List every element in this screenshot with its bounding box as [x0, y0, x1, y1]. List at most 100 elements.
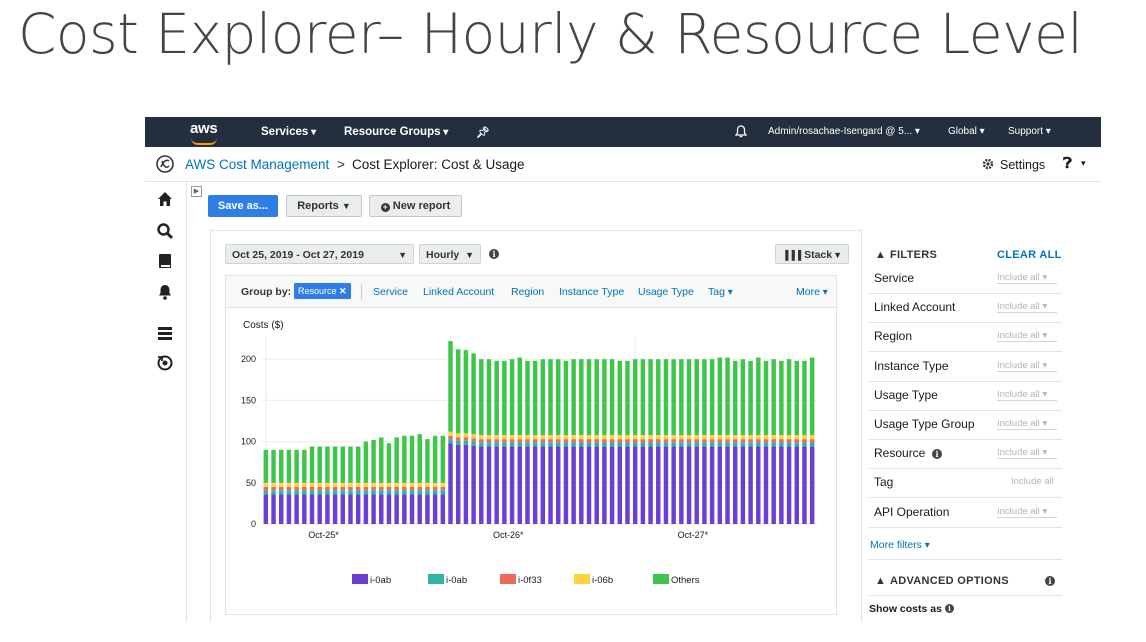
region-menu[interactable]: Global: [948, 126, 985, 137]
slide-title: Cost Explorer– Hourly & Resource Level: [18, 2, 1083, 66]
filter-select[interactable]: Include all ▾: [997, 418, 1057, 430]
bar-segment: [794, 442, 799, 447]
group-by-option-region[interactable]: Region: [511, 286, 544, 298]
help-icon[interactable]: ❓︎: [1063, 155, 1072, 172]
group-by-option-usage-type[interactable]: Usage Type: [638, 286, 694, 298]
bar-segment: [756, 435, 761, 440]
chart-style-select[interactable]: ▐▐▐ Stack ▼: [775, 244, 849, 264]
bar-segment: [540, 446, 546, 524]
advanced-collapse-icon[interactable]: ▲: [875, 575, 886, 587]
filter-select-value: Include all: [997, 301, 1040, 313]
granularity-select[interactable]: Hourly ▼: [419, 244, 481, 264]
filter-select[interactable]: Include all ▾: [997, 389, 1057, 401]
new-report-button[interactable]: + New report: [369, 195, 462, 217]
cost-chart: Costs ($) 0 50 100 150 200 Oct-25* Oct-26* Oct-2…: [241, 320, 816, 586]
bar-segment: [686, 359, 692, 436]
close-icon[interactable]: ✕: [339, 286, 347, 296]
gear-icon[interactable]: [981, 157, 995, 171]
collapse-panel-icon[interactable]: ▶: [191, 186, 202, 197]
info-icon[interactable]: i: [1045, 576, 1055, 586]
bar-segment: [702, 439, 707, 443]
bar-segment: [748, 442, 753, 447]
filter-select[interactable]: Include all ▾: [997, 447, 1057, 460]
filter-select[interactable]: Include all ▾: [997, 360, 1057, 372]
bar-segment: [740, 446, 746, 524]
alert-bell-icon[interactable]: [156, 283, 174, 301]
info-icon[interactable]: i: [932, 449, 942, 460]
group-by-option-linked-account[interactable]: Linked Account: [423, 286, 494, 298]
bar-segment: [756, 446, 761, 524]
bar-segment: [302, 486, 307, 491]
bar-segment: [479, 446, 484, 524]
group-by-option-tag[interactable]: Tag: [708, 286, 733, 298]
resource-groups-menu[interactable]: Resource Groups: [344, 126, 448, 138]
group-by-option-instance-type[interactable]: Instance Type: [559, 286, 624, 298]
bar-segment: [625, 442, 630, 447]
filter-select[interactable]: Include all ▾: [997, 506, 1057, 518]
bar-segment: [648, 439, 653, 443]
bar-segment: [479, 439, 484, 443]
bar-segment: [802, 442, 807, 447]
bar-segment: [448, 431, 453, 436]
book-icon[interactable]: [156, 252, 174, 270]
filter-select[interactable]: Include all ▾: [997, 301, 1057, 314]
date-range-picker[interactable]: Oct 25, 2019 - Oct 27, 2019 ▼: [225, 244, 414, 264]
group-by-selected-chip[interactable]: Resource ✕: [294, 283, 351, 299]
bar-segment: [671, 435, 676, 440]
bar-segment: [540, 359, 546, 436]
bar-segment: [355, 494, 361, 524]
bar-segment: [417, 486, 422, 491]
bar-segment: [602, 442, 607, 447]
breadcrumb-root-link[interactable]: AWS Cost Management: [185, 157, 329, 172]
home-icon[interactable]: [156, 190, 174, 208]
filter-select-value: Include all: [997, 418, 1040, 429]
bar-segment: [617, 439, 623, 443]
pin-icon[interactable]: 📌︎: [476, 126, 490, 139]
support-menu[interactable]: Support: [1008, 126, 1051, 137]
bar-segment: [502, 446, 507, 524]
settings-link[interactable]: Settings: [1000, 158, 1045, 172]
bar-segment: [494, 439, 499, 443]
info-icon[interactable]: i: [489, 249, 499, 259]
bar-segment: [663, 439, 669, 443]
savings-target-icon[interactable]: [156, 354, 174, 372]
bar-segment: [794, 446, 799, 524]
group-by-option-service[interactable]: Service: [373, 286, 408, 298]
filter-select[interactable]: Include all ▾: [997, 330, 1057, 343]
search-icon[interactable]: [156, 222, 174, 240]
bar-segment: [479, 442, 484, 447]
bar-segment: [663, 359, 669, 436]
bar-segment: [656, 439, 661, 443]
bar-segment: [363, 490, 369, 495]
more-filters-link[interactable]: More filters: [870, 539, 930, 551]
bar-segment: [263, 449, 269, 483]
list-icon[interactable]: [156, 324, 174, 342]
reports-button[interactable]: Reports ▼: [286, 195, 362, 217]
services-menu[interactable]: Services: [261, 126, 316, 138]
bell-icon[interactable]: [735, 125, 747, 138]
bar-segment: [540, 442, 546, 447]
bar-segment: [609, 435, 615, 440]
bar-segment: [609, 439, 615, 443]
filter-select[interactable]: Include all: [1011, 476, 1071, 487]
bar-segment: [717, 357, 723, 436]
aws-logo[interactable]: aws: [190, 120, 218, 137]
bar-segment: [763, 435, 769, 440]
account-menu[interactable]: Admin/rosachae-Isengard @ 5...: [768, 126, 920, 137]
bar-segment: [286, 486, 292, 491]
bar-segment: [302, 449, 307, 483]
bar-segment: [455, 433, 461, 438]
group-by-more[interactable]: More: [796, 286, 828, 298]
bar-segment: [332, 446, 338, 483]
save-as-button[interactable]: Save as...: [208, 195, 278, 217]
bar-segment: [332, 482, 338, 487]
clear-all-button[interactable]: CLEAR ALL: [997, 249, 1062, 261]
filters-collapse-icon[interactable]: ▲: [875, 249, 886, 261]
bar-segment: [532, 435, 538, 440]
help-chevron-down-icon[interactable]: ▾: [1081, 158, 1086, 169]
bar-segment: [386, 490, 392, 495]
info-icon[interactable]: i: [945, 604, 954, 613]
bar-segment: [486, 435, 492, 440]
bar-segment: [340, 494, 346, 524]
filter-select[interactable]: Include all ▾: [997, 272, 1057, 284]
